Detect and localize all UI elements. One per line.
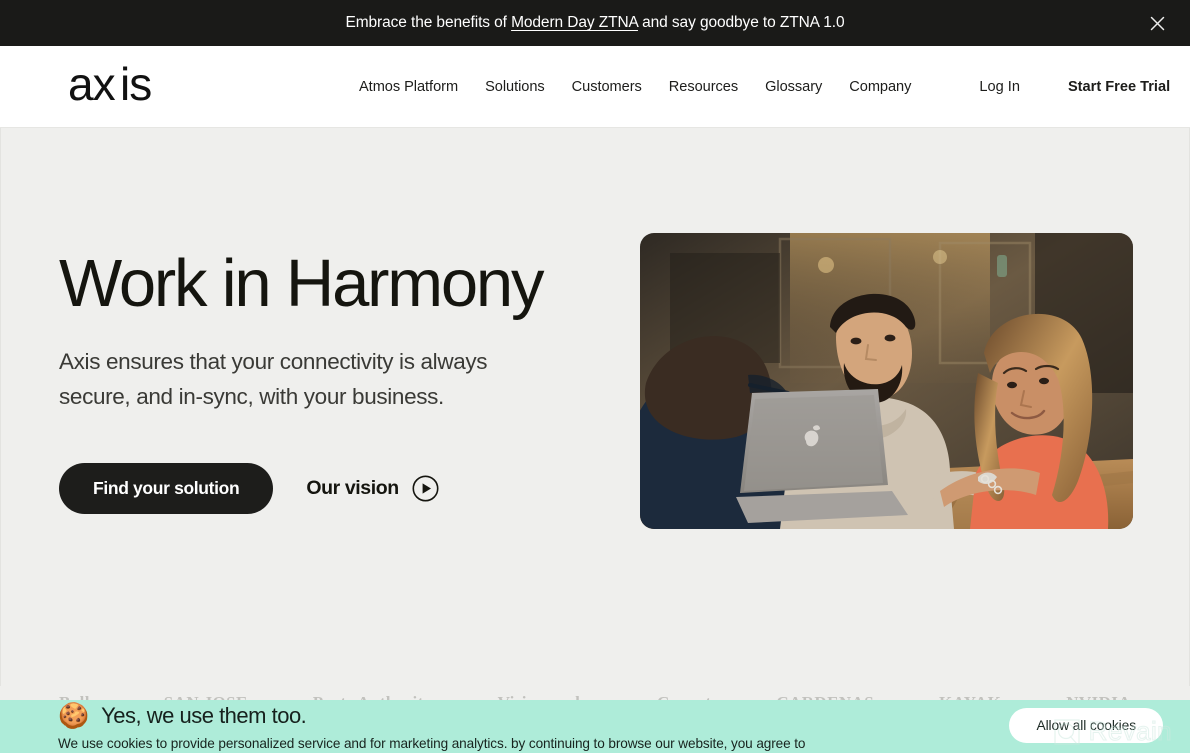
start-free-trial-link[interactable]: Start Free Trial xyxy=(1068,79,1170,95)
hero-section: Work in Harmony Axis ensures that your c… xyxy=(0,128,1190,712)
cookie-banner-title: Yes, we use them too. xyxy=(101,703,307,728)
hero-image xyxy=(640,233,1133,529)
hero-actions: Find your solution Our vision xyxy=(59,462,619,514)
hero-subtitle: Axis ensures that your connectivity is a… xyxy=(59,349,488,409)
announcement-banner: Embrace the benefits of Modern Day ZTNA … xyxy=(0,0,1190,46)
cookie-banner-body: We use cookies to provide personalized s… xyxy=(58,736,806,751)
nav-item-customers[interactable]: Customers xyxy=(572,79,642,95)
nav-item-atmos-platform[interactable]: Atmos Platform xyxy=(359,79,458,95)
svg-text:is: is xyxy=(120,65,151,109)
play-circle-icon[interactable] xyxy=(412,475,439,502)
allow-all-cookies-button[interactable]: Allow all cookies xyxy=(1009,708,1163,743)
cookie-consent-banner: 🍪 Yes, we use them too. We use cookies t… xyxy=(0,700,1190,753)
announcement-link[interactable]: Modern Day ZTNA xyxy=(511,14,638,31)
close-icon[interactable] xyxy=(1142,8,1172,38)
hero-copy: Work in Harmony Axis ensures that your c… xyxy=(59,248,619,514)
nav-item-solutions[interactable]: Solutions xyxy=(485,79,545,95)
nav-item-company[interactable]: Company xyxy=(849,79,911,95)
announcement-text: Embrace the benefits of Modern Day ZTNA … xyxy=(345,14,844,32)
cookie-banner-heading: 🍪 Yes, we use them too. xyxy=(58,701,307,730)
our-vision-label: Our vision xyxy=(306,476,399,499)
announcement-text-before: Embrace the benefits of xyxy=(345,14,512,31)
log-in-link[interactable]: Log In xyxy=(979,79,1020,95)
svg-text:ax: ax xyxy=(68,65,116,109)
nav-item-resources[interactable]: Resources xyxy=(669,79,738,95)
find-your-solution-button[interactable]: Find your solution xyxy=(59,462,274,514)
primary-navigation: Atmos Platform Solutions Customers Resou… xyxy=(359,79,911,95)
header-actions: Log In Start Free Trial xyxy=(979,79,1170,95)
nav-item-glossary[interactable]: Glossary xyxy=(765,79,822,95)
site-header: ax is Atmos Platform Solutions Customers… xyxy=(0,46,1190,128)
axis-logo[interactable]: ax is xyxy=(68,65,174,109)
cookie-icon: 🍪 xyxy=(58,701,90,730)
page-title: Work in Harmony xyxy=(59,246,544,321)
our-vision-button[interactable]: Our vision xyxy=(306,475,439,502)
announcement-text-after: and say goodbye to ZTNA 1.0 xyxy=(637,14,845,31)
